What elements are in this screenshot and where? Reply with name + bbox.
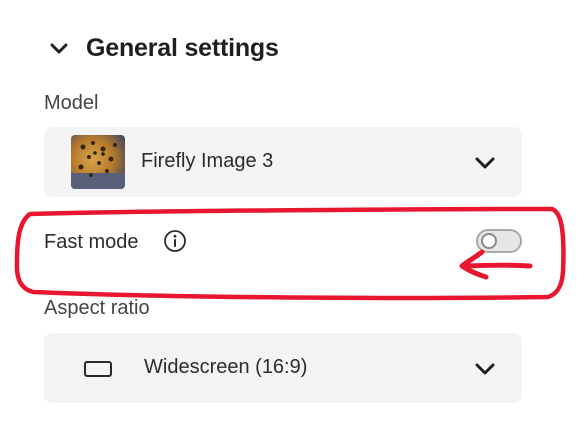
general-settings-header[interactable]: General settings (50, 34, 279, 63)
info-icon[interactable] (163, 229, 187, 253)
fast-mode-label: Fast mode (44, 231, 139, 253)
toggle-knob (481, 233, 497, 249)
chevron-down-icon (50, 43, 68, 53)
model-label: Model (44, 92, 99, 114)
annotation-arrow-icon (459, 249, 533, 280)
chevron-down-icon (475, 157, 495, 169)
model-value: Firefly Image 3 (141, 150, 274, 172)
leopard-thumbnail-icon (71, 135, 125, 189)
general-settings-panel: General settings Model Firefly Image 3 F… (0, 0, 585, 428)
section-title: General settings (86, 34, 279, 62)
chevron-down-icon (475, 363, 495, 375)
aspect-ratio-picker[interactable]: Widescreen (16:9) (44, 333, 522, 403)
widescreen-icon (84, 361, 112, 377)
aspect-ratio-value: Widescreen (16:9) (144, 356, 308, 378)
aspect-ratio-label: Aspect ratio (44, 297, 150, 319)
fast-mode-toggle[interactable] (476, 229, 522, 253)
model-picker[interactable]: Firefly Image 3 (44, 127, 522, 197)
